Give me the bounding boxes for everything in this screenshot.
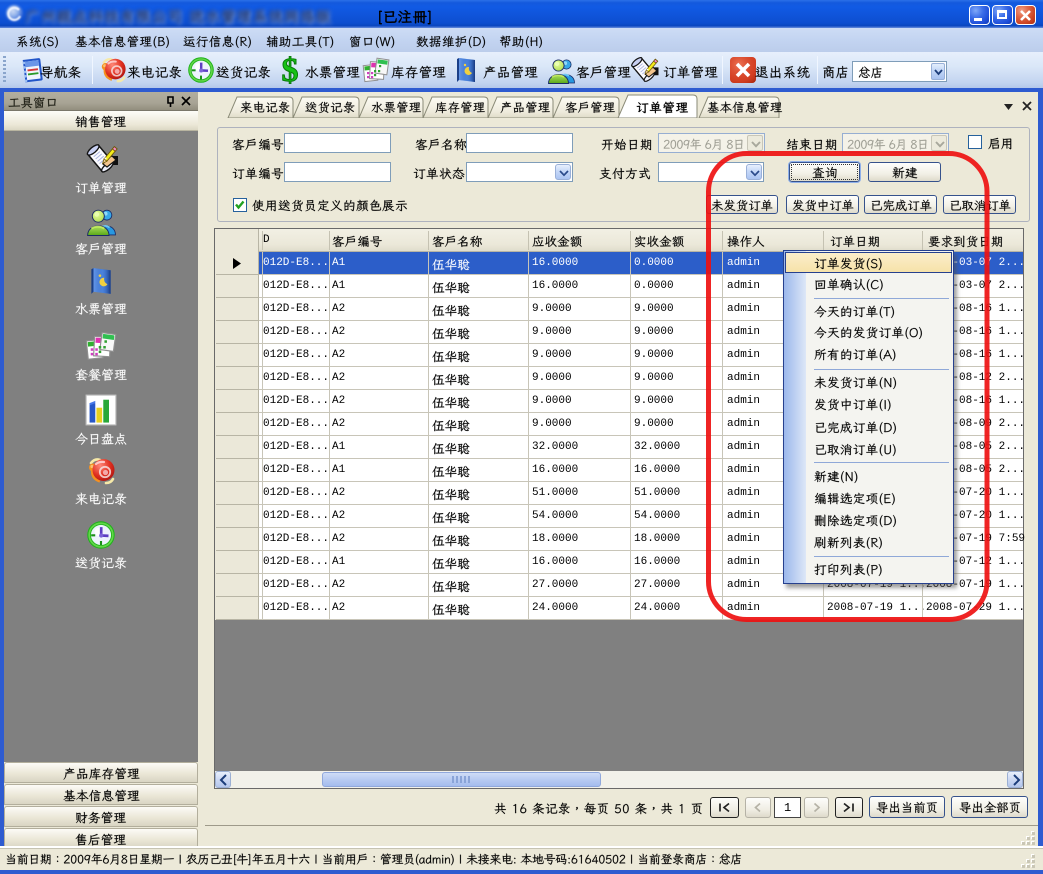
svg-text:$: $ [282, 56, 299, 84]
